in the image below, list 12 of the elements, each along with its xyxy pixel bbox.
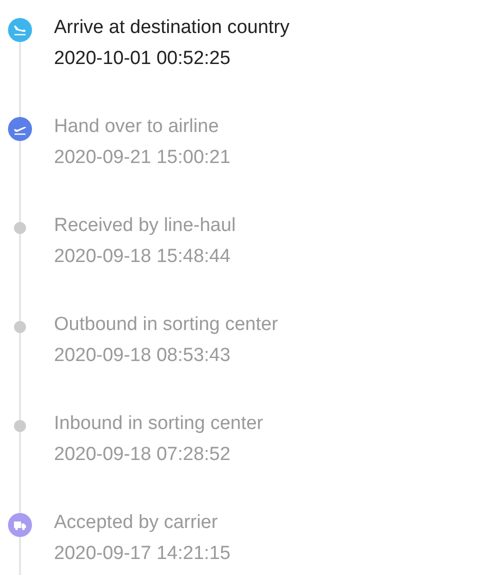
event-time: 2020-09-18 15:48:44 <box>54 246 232 268</box>
event-title: Accepted by carrier <box>54 512 219 534</box>
event-time: 2020-10-01 00:52:25 <box>54 48 232 70</box>
event-title: Outbound in sorting center <box>54 314 278 336</box>
event-title: Received by line-haul <box>54 215 236 237</box>
event-time: 2020-09-21 15:00:21 <box>54 147 230 169</box>
event-title: Hand over to airline <box>54 116 220 138</box>
event-time: 2020-09-18 08:53:43 <box>54 345 232 367</box>
event-title: Arrive at destination country <box>54 17 290 39</box>
event-time: 2020-09-17 14:21:15 <box>54 543 230 565</box>
event-time: 2020-09-18 07:28:52 <box>54 444 232 466</box>
event-title: Inbound in sorting center <box>54 413 264 435</box>
